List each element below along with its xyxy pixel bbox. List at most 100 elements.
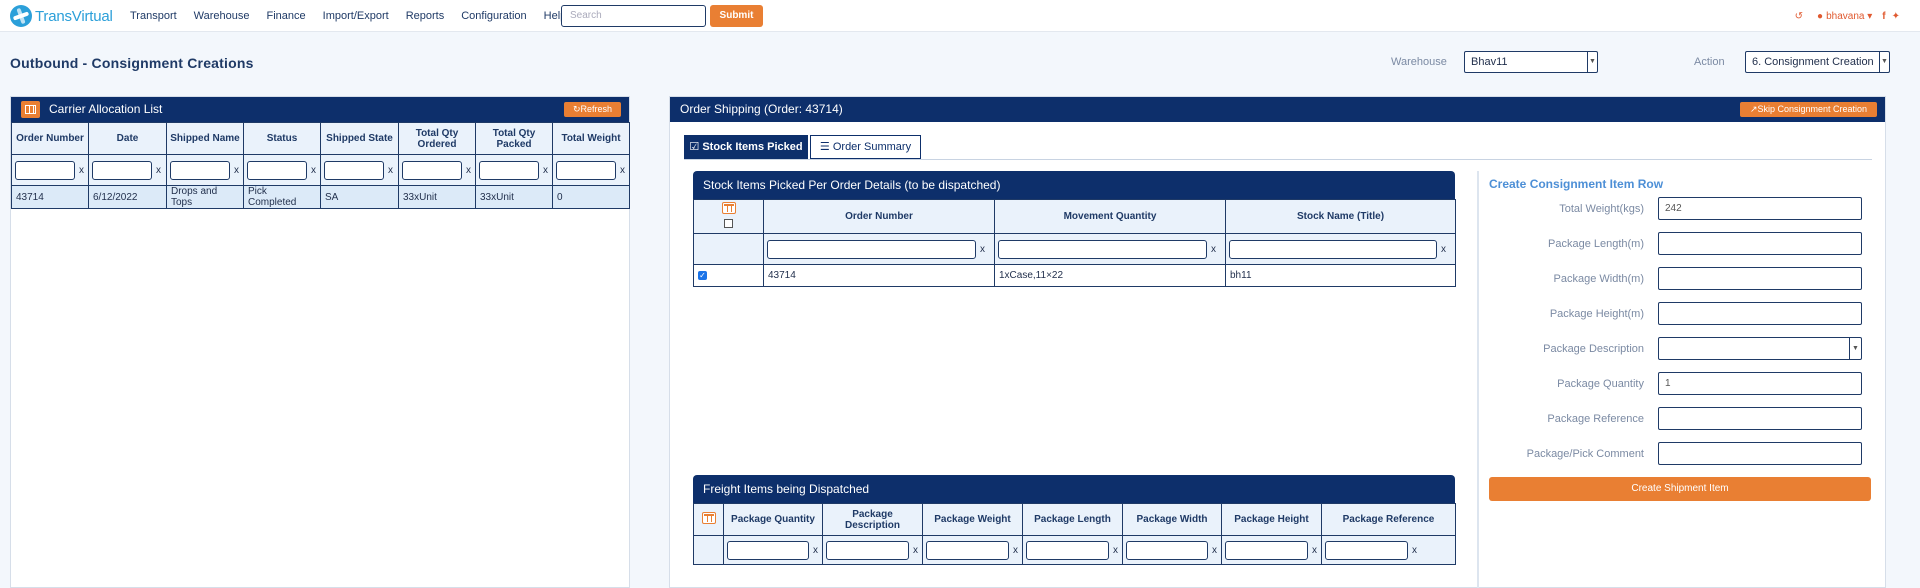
menu-warehouse[interactable]: Warehouse bbox=[194, 10, 250, 22]
table-row[interactable]: 43714 6/12/2022 Drops and Tops Pick Comp… bbox=[11, 185, 630, 209]
carrier-allocation-header: Carrier Allocation List ↻Refresh bbox=[11, 97, 629, 122]
col-package-quantity[interactable]: Package Quantity bbox=[723, 503, 823, 536]
col-total-weight[interactable]: Total Weight bbox=[552, 122, 630, 155]
create-shipment-item-button[interactable]: Create Shipment Item bbox=[1489, 477, 1871, 501]
filter-input[interactable] bbox=[92, 160, 152, 180]
filter-input[interactable] bbox=[1026, 540, 1109, 560]
col-package-weight[interactable]: Package Weight bbox=[922, 503, 1023, 536]
col-shipped-name[interactable]: Shipped Name bbox=[166, 122, 244, 155]
col-package-reference[interactable]: Package Reference bbox=[1321, 503, 1456, 536]
clear-filter-button[interactable]: x bbox=[79, 165, 84, 176]
col-package-description[interactable]: Package Description bbox=[822, 503, 923, 536]
skip-consignment-button[interactable]: ↗Skip Consignment Creation bbox=[1740, 102, 1877, 117]
columns-icon[interactable] bbox=[701, 512, 716, 524]
refresh-button[interactable]: ↻Refresh bbox=[564, 102, 621, 117]
action-select[interactable]: 6. Consignment Creation ▼ bbox=[1745, 51, 1890, 73]
history-icon[interactable]: ↺ bbox=[1795, 11, 1803, 22]
tab-label: Stock Items Picked bbox=[702, 141, 803, 153]
menu-transport[interactable]: Transport bbox=[130, 10, 177, 22]
clear-filter-button[interactable]: x bbox=[1211, 244, 1216, 255]
filter-input[interactable] bbox=[402, 160, 462, 180]
warehouse-label: Warehouse bbox=[1391, 56, 1447, 68]
filter-input[interactable] bbox=[1325, 540, 1408, 560]
col-package-width[interactable]: Package Width bbox=[1122, 503, 1222, 536]
facebook-icon[interactable]: f bbox=[1882, 11, 1885, 22]
clear-filter-button[interactable]: x bbox=[1312, 545, 1317, 556]
filter-input[interactable] bbox=[556, 160, 616, 180]
package-description-select[interactable]: ▼ bbox=[1658, 337, 1862, 360]
clear-filter-button[interactable]: x bbox=[466, 165, 471, 176]
clear-filter-button[interactable]: x bbox=[388, 165, 393, 176]
menu-configuration[interactable]: Configuration bbox=[461, 10, 526, 22]
col-stock-name[interactable]: Stock Name (Title) bbox=[1225, 199, 1456, 234]
filter-input[interactable] bbox=[324, 160, 384, 180]
clear-filter-button[interactable]: x bbox=[234, 165, 239, 176]
filter-input[interactable] bbox=[998, 239, 1207, 259]
filter-input[interactable] bbox=[15, 160, 75, 180]
tab-order-summary[interactable]: ☰ Order Summary bbox=[810, 135, 921, 159]
package-description-label: Package Description bbox=[1543, 343, 1644, 355]
table-row[interactable]: ✓ 43714 1xCase,11×22 bh11 bbox=[693, 264, 1456, 287]
filter-input[interactable] bbox=[479, 160, 539, 180]
clear-filter-button[interactable]: x bbox=[1113, 545, 1118, 556]
clear-filter-button[interactable]: x bbox=[1441, 244, 1446, 255]
filter-input[interactable] bbox=[170, 160, 230, 180]
col-total-qty-ordered[interactable]: Total Qty Ordered bbox=[398, 122, 476, 155]
filter-input[interactable] bbox=[1225, 540, 1308, 560]
clear-filter-button[interactable]: x bbox=[1013, 545, 1018, 556]
filter-input[interactable] bbox=[1229, 239, 1437, 259]
total-weight-input[interactable]: 242 bbox=[1658, 197, 1862, 220]
col-total-qty-packed[interactable]: Total Qty Packed bbox=[475, 122, 553, 155]
submit-button[interactable]: Submit bbox=[710, 5, 763, 27]
menu-import-export[interactable]: Import/Export bbox=[323, 10, 389, 22]
filter-input[interactable] bbox=[727, 540, 809, 560]
col-movement-quantity[interactable]: Movement Quantity bbox=[994, 199, 1226, 234]
col-shipped-state[interactable]: Shipped State bbox=[320, 122, 399, 155]
col-status[interactable]: Status bbox=[243, 122, 321, 155]
col-order-number[interactable]: Order Number bbox=[11, 122, 89, 155]
package-reference-input[interactable] bbox=[1658, 407, 1862, 430]
col-date[interactable]: Date bbox=[88, 122, 167, 155]
clear-filter-button[interactable]: x bbox=[620, 165, 625, 176]
clear-filter-button[interactable]: x bbox=[913, 545, 918, 556]
col-package-length[interactable]: Package Length bbox=[1022, 503, 1123, 536]
twitter-icon[interactable]: ✦ bbox=[1892, 11, 1900, 22]
clear-filter-button[interactable]: x bbox=[980, 244, 985, 255]
search-input[interactable]: Search bbox=[561, 5, 706, 27]
package-quantity-input[interactable]: 1 bbox=[1658, 372, 1862, 395]
select-all-checkbox[interactable] bbox=[724, 219, 733, 228]
package-height-input[interactable] bbox=[1658, 302, 1862, 325]
brand-logo[interactable]: TransVirtual bbox=[10, 5, 113, 27]
filter-input[interactable] bbox=[826, 540, 909, 560]
clear-filter-button[interactable]: x bbox=[813, 545, 818, 556]
stock-items-header: Stock Items Picked Per Order Details (to… bbox=[693, 171, 1455, 199]
refresh-label: Refresh bbox=[580, 104, 613, 114]
tab-stock-items-picked[interactable]: ☑ Stock Items Picked bbox=[684, 135, 808, 159]
clear-filter-button[interactable]: x bbox=[1412, 545, 1417, 556]
top-navbar: TransVirtual Transport Warehouse Finance… bbox=[0, 0, 1920, 32]
filter-input[interactable] bbox=[1126, 540, 1208, 560]
menu-reports[interactable]: Reports bbox=[406, 10, 445, 22]
warehouse-select[interactable]: Bhav11 ▼ bbox=[1464, 51, 1598, 73]
clear-filter-button[interactable]: x bbox=[156, 165, 161, 176]
menu-finance[interactable]: Finance bbox=[267, 10, 306, 22]
col-package-height[interactable]: Package Height bbox=[1221, 503, 1322, 536]
package-quantity-label: Package Quantity bbox=[1557, 378, 1644, 390]
clear-filter-button[interactable]: x bbox=[311, 165, 316, 176]
clear-filter-button[interactable]: x bbox=[543, 165, 548, 176]
col-order-number[interactable]: Order Number bbox=[763, 199, 995, 234]
filter-input[interactable] bbox=[926, 540, 1009, 560]
package-width-input[interactable] bbox=[1658, 267, 1862, 290]
package-pick-comment-input[interactable] bbox=[1658, 442, 1862, 465]
user-menu[interactable]: bhavana ▾ bbox=[1826, 11, 1872, 22]
field-package-width: Package Width(m) bbox=[1489, 267, 1864, 291]
clear-filter-button[interactable]: x bbox=[1212, 545, 1217, 556]
row-checkbox[interactable]: ✓ bbox=[698, 271, 707, 280]
columns-icon[interactable] bbox=[721, 202, 736, 214]
list-icon: ☰ bbox=[819, 141, 830, 153]
filter-input[interactable] bbox=[247, 160, 307, 180]
filter-input[interactable] bbox=[767, 239, 976, 259]
columns-icon[interactable] bbox=[21, 101, 40, 118]
package-length-input[interactable] bbox=[1658, 232, 1862, 255]
freight-items-section: Freight Items being Dispatched Package Q… bbox=[693, 475, 1456, 565]
